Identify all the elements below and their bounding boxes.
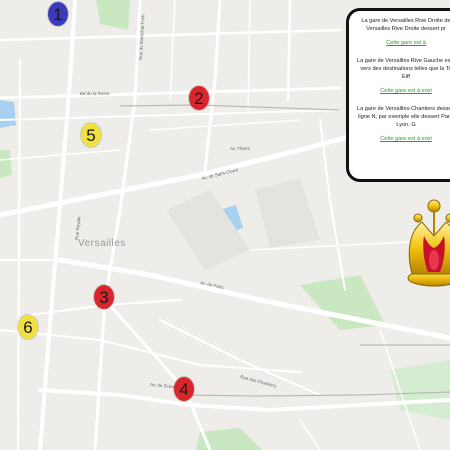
info-rive-gauche: La gare de Versailles Rive Gauche est p …	[357, 57, 450, 95]
marker-4[interactable]: 4	[174, 377, 194, 401]
marker-1-number: 1	[53, 4, 63, 24]
info-rive-droite: La gare de Versailles Rive Droite de Ver…	[357, 17, 450, 47]
info-line: La gare de Versailles-Chantiers dessert	[357, 106, 450, 112]
marker-3[interactable]: 3	[94, 285, 114, 309]
road-label-reine: Bd de la Reine	[80, 91, 110, 96]
marker-5-number: 5	[86, 125, 96, 145]
info-line: La gare de Versailles Rive Gauche est p	[357, 58, 450, 64]
map-view[interactable]: Av. de Saint-Cloud Av. de Paris Av. de S…	[0, 0, 450, 450]
info-line: La gare de Versailles Rive Droite de	[361, 18, 450, 24]
marker-6-number: 6	[23, 317, 33, 337]
info-line: Lyon, G	[396, 122, 416, 128]
crown-icon[interactable]	[404, 196, 450, 288]
info-line: Eiff	[402, 74, 410, 80]
road-label-thiers: Av. Thiers	[230, 146, 251, 151]
info-link-rive-gauche[interactable]: Cette gare est à envi	[357, 87, 450, 95]
info-line: vers des destinations telles que la To	[360, 66, 450, 72]
marker-5[interactable]: 5	[81, 123, 101, 147]
info-chantiers: La gare de Versailles-Chantiers dessert …	[357, 105, 450, 143]
marker-3-number: 3	[99, 287, 109, 307]
marker-2[interactable]: 2	[189, 86, 209, 110]
marker-6[interactable]: 6	[18, 315, 38, 339]
district-label: Versailles	[78, 238, 126, 249]
info-link-rive-droite[interactable]: Cette gare est à	[357, 39, 450, 47]
marker-1[interactable]: 1	[48, 2, 68, 26]
info-line: Versailles Rive Droite dessert pr	[366, 26, 446, 32]
station-info-panel: La gare de Versailles Rive Droite de Ver…	[346, 8, 450, 182]
info-line: ligne N, par exemple elle dessert Paris	[358, 114, 450, 120]
marker-4-number: 4	[179, 379, 189, 399]
marker-2-number: 2	[194, 88, 204, 108]
info-link-chantiers[interactable]: Cette gare est à envi	[357, 135, 450, 143]
